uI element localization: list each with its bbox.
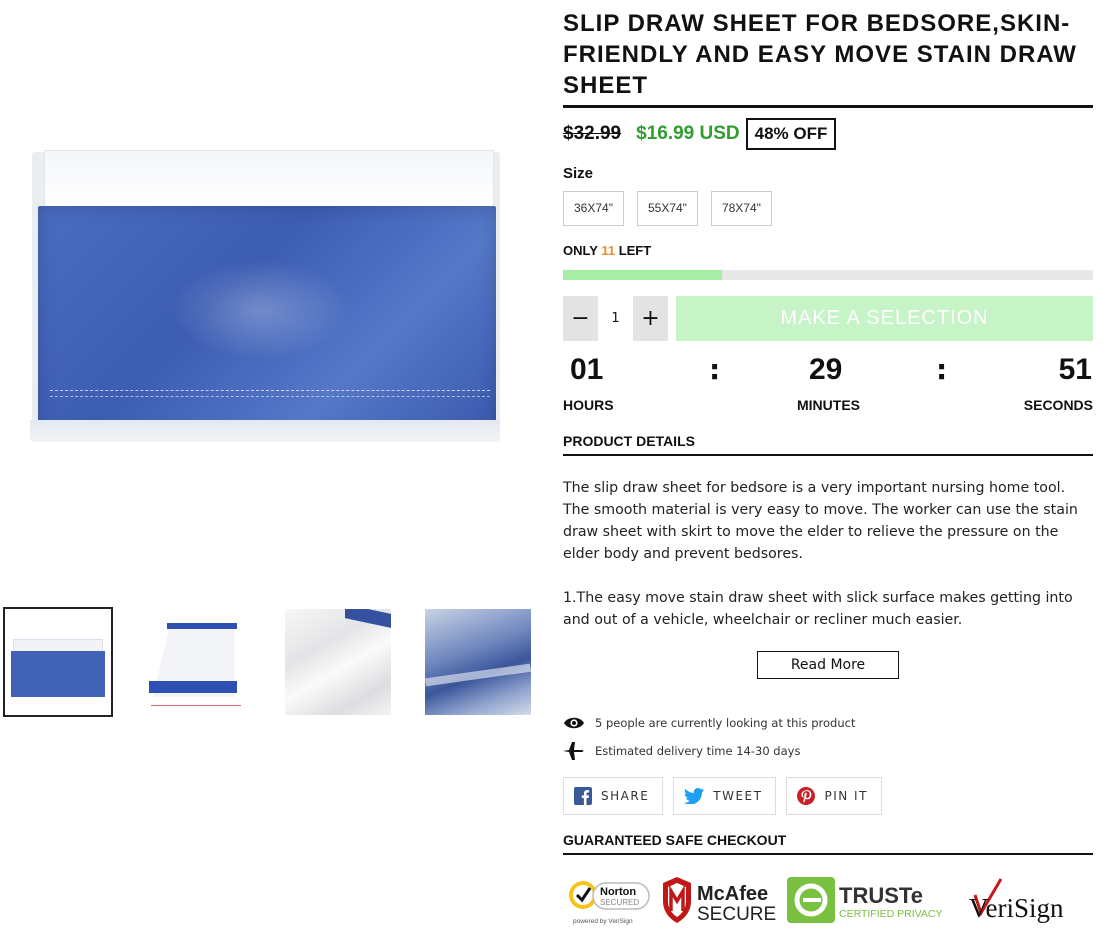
facebook-share-label: SHARE [601,789,650,803]
countdown-seconds: 51 [1058,353,1092,386]
pinterest-share-label: PIN IT [824,789,868,803]
read-more-wrap: Read More [563,651,1093,679]
mcafee-text: McAfee [697,883,768,905]
size-label: Size [563,165,594,182]
verisign-badge-icon: VeriSign [969,878,1064,923]
mcafee-secure-text: SECURE [697,904,776,925]
product-meta: 5 people are currently looking at this p… [563,709,1093,765]
product-description: The slip draw sheet for bedsore is a ver… [563,480,1078,562]
buy-row: − 1 + MAKE A SELECTION [563,296,1093,341]
quantity-decrease-button[interactable]: − [563,296,598,341]
safe-checkout-heading: GUARANTEED SAFE CHECKOUT [563,832,1093,855]
thumb-sheet-top-band [167,623,237,629]
thumbnail-strip [3,607,533,717]
product-feature-1: 1.The easy move stain draw sheet with sl… [563,590,1073,628]
main-product-image[interactable] [30,150,500,442]
countdown-separator: : [936,353,948,386]
thumbnail-1[interactable] [3,607,113,717]
sheet-bottom-edge [30,420,500,442]
twitter-share-label: TWEET [713,789,763,803]
mcafee-badge-icon: McAfee SECURE [663,877,776,925]
verisign-text: VeriSign [969,893,1064,923]
twitter-icon [684,788,705,804]
norton-secured-text: SECURED [600,898,639,907]
thumb-sheet-blue [11,651,105,697]
eye-icon [564,717,584,729]
facebook-icon [574,787,592,805]
verisign-badge: VeriSign [963,873,1087,929]
trust-badges: Norton SECURED powered by VeriSign McAfe… [563,873,1093,929]
product-info: SLIP DRAW SHEET FOR BEDSORE,SKIN-FRIENDL… [563,0,1093,929]
countdown-seconds-label: SECONDS [1023,397,1093,413]
twitter-share-button[interactable]: TWEET [673,777,777,815]
countdown-separator: : [709,353,721,386]
thumb-dimension-line [151,705,241,706]
size-option-55x74[interactable]: 55X74" [636,191,698,226]
product-details-heading: PRODUCT DETAILS [563,433,1093,456]
viewers-row: 5 people are currently looking at this p… [563,709,1093,737]
sheet-stitch [50,390,490,391]
norton-powered-text: powered by VeriSign [573,918,633,925]
stock-message: ONLY 11 LEFT [563,243,1093,258]
product-title: SLIP DRAW SHEET FOR BEDSORE,SKIN-FRIENDL… [563,8,1093,108]
thumb-sheet-bottom-band [149,681,237,693]
quantity-input[interactable]: 1 [598,296,633,341]
countdown-hours-label: HOURS [563,397,614,413]
thumbnail-2[interactable] [145,609,251,715]
countdown-timer: 01 : 29 : 51 HOURS MINUTES SECONDS [563,353,1093,421]
truste-badge: TRUSTe CERTIFIED PRIVACY [787,873,963,929]
sheet-glare [170,260,350,360]
truste-badge-icon: TRUSTe CERTIFIED PRIVACY [787,877,942,923]
countdown-hours: 01 [570,353,604,386]
stock-progress-bar [563,270,1093,280]
thumb-fabric-closeup [285,609,391,715]
truste-text: TRUSTe [839,883,923,908]
stock-progress-fill [563,270,722,280]
sheet-white-band [44,150,494,210]
sale-price: $16.99 USD [636,123,740,144]
sheet-stitch [50,396,490,397]
quantity-increase-button[interactable]: + [633,296,668,341]
quantity-stepper: − 1 + [563,296,668,341]
stock-prefix: ONLY [563,243,598,258]
stock-suffix: LEFT [618,243,652,258]
viewers-text: 5 people are currently looking at this p… [595,716,856,730]
original-price: $32.99 [563,123,622,144]
thumb-fabric-detail [425,609,531,715]
price-row: $32.99 $16.99 USD 48% OFF [563,117,1093,151]
countdown-minutes-label: MINUTES [797,397,860,413]
size-option-78x74[interactable]: 78X74" [710,191,772,226]
thumbnail-3[interactable] [285,609,391,715]
delivery-text: Estimated delivery time 14-30 days [595,744,801,758]
mcafee-badge: McAfee SECURE [659,873,787,929]
thumbnail-4[interactable] [425,609,531,715]
pinterest-share-button[interactable]: PIN IT [786,777,882,815]
social-share: SHARE TWEET PIN IT [563,777,1093,815]
read-more-button[interactable]: Read More [756,651,900,679]
discount-badge: 48% OFF [745,118,837,150]
stock-count: 11 [601,243,616,258]
pinterest-icon [797,787,816,805]
make-selection-button[interactable]: MAKE A SELECTION [676,296,1093,341]
countdown-minutes: 29 [809,353,843,386]
delivery-row: Estimated delivery time 14-30 days [563,737,1093,765]
airplane-icon [563,742,584,760]
truste-certified-text: CERTIFIED PRIVACY [839,908,942,920]
facebook-share-button[interactable]: SHARE [563,777,664,815]
norton-text: Norton [600,886,636,898]
size-options: 36X74" 55X74" 78X74" [563,191,1093,226]
norton-badge-icon: Norton SECURED powered by VeriSign [569,881,650,925]
norton-badge: Norton SECURED powered by VeriSign [563,873,651,929]
size-option-36x74[interactable]: 36X74" [563,191,624,226]
